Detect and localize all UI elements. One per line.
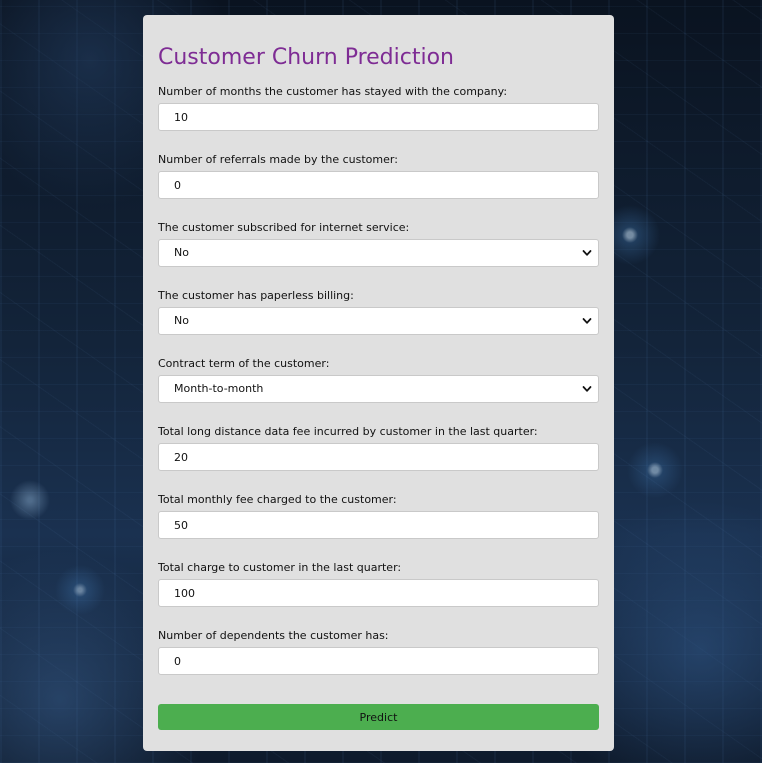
referrals-input[interactable] [158,171,599,199]
select-value: No [174,314,189,327]
monthly-fee-input[interactable] [158,511,599,539]
field-dependents: Number of dependents the customer has: [158,629,599,697]
field-total-charge: Total charge to customer in the last qua… [158,561,599,629]
internet-service-select[interactable]: No [158,239,599,267]
page-title: Customer Churn Prediction [158,45,454,70]
field-label: The customer has paperless billing: [158,289,354,302]
chevron-down-icon [582,386,592,392]
field-label: Number of referrals made by the customer… [158,153,398,166]
predict-button[interactable]: Predict [158,704,599,730]
field-tenure-months: Number of months the customer has stayed… [158,85,599,153]
dependents-input[interactable] [158,647,599,675]
field-referrals: Number of referrals made by the customer… [158,153,599,221]
total-charge-input[interactable] [158,579,599,607]
field-label: Total long distance data fee incurred by… [158,425,538,438]
field-internet-service: The customer subscribed for internet ser… [158,221,599,289]
field-label: Total monthly fee charged to the custome… [158,493,397,506]
form-fields: Number of months the customer has stayed… [158,85,599,697]
chevron-down-icon [582,250,592,256]
field-label: Number of dependents the customer has: [158,629,389,642]
field-label: The customer subscribed for internet ser… [158,221,410,234]
field-paperless-billing: The customer has paperless billing: No [158,289,599,357]
field-contract-term: Contract term of the customer: Month-to-… [158,357,599,425]
contract-term-select[interactable]: Month-to-month [158,375,599,403]
paperless-billing-select[interactable]: No [158,307,599,335]
field-long-distance-fee: Total long distance data fee incurred by… [158,425,599,493]
chevron-down-icon [582,318,592,324]
select-value: Month-to-month [174,382,264,395]
long-distance-fee-input[interactable] [158,443,599,471]
field-label: Total charge to customer in the last qua… [158,561,402,574]
field-monthly-fee: Total monthly fee charged to the custome… [158,493,599,561]
tenure-months-input[interactable] [158,103,599,131]
select-value: No [174,246,189,259]
prediction-form-card: Customer Churn Prediction Number of mont… [143,15,614,751]
field-label: Number of months the customer has stayed… [158,85,508,98]
field-label: Contract term of the customer: [158,357,330,370]
